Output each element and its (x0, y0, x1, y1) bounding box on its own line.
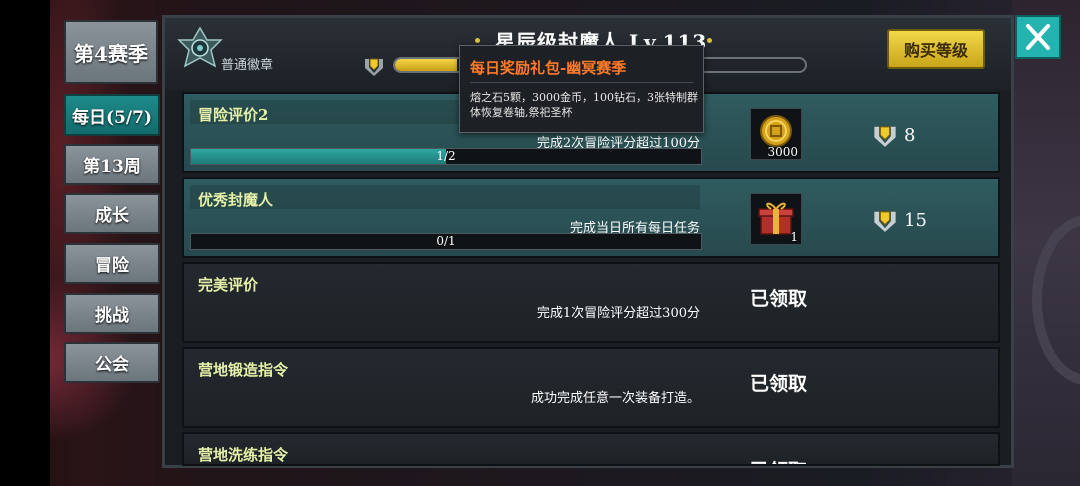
left-black-bar (0, 0, 50, 486)
rank-badge-icon (874, 126, 896, 147)
tooltip-body: 熔之石5颗，3000金币，100钻石，3张特制群体恢复卷轴,祭祀圣杯 (470, 91, 698, 119)
reward-item[interactable]: 1 (750, 193, 802, 245)
reward-quantity: 3000 (767, 145, 798, 159)
task-progress-bar: 0/1 (190, 233, 702, 250)
background-tower (1012, 0, 1080, 486)
reward-quantity: 1 (790, 230, 798, 244)
task-points-value: 8 (904, 124, 916, 146)
tab-season[interactable]: 第4赛季 (64, 20, 158, 84)
tab-growth[interactable]: 成长 (64, 193, 160, 234)
task-description: 成功完成任意一次装备打造。 (530, 391, 700, 406)
emblem-icon (177, 26, 223, 68)
close-button[interactable] (1015, 15, 1061, 59)
task-description: 完成1次冒险评分超过300分 (536, 306, 700, 321)
title-ornament (475, 38, 480, 43)
game-screen: 第4赛季 每日(5/7) 第13周 成长 冒险 挑战 公会 普通徽章 星辰级封魔… (0, 0, 1080, 486)
claimed-status: 已领取 (750, 288, 808, 310)
emblem-label: 普通徽章 (221, 58, 274, 73)
task-row: 营地锻造指令 成功完成任意一次装备打造。 已领取 (182, 347, 1000, 428)
task-progress-bar: 1/2 (190, 148, 702, 165)
task-title: 营地洗练指令 (198, 446, 289, 464)
claimed-status: 已领取 (750, 373, 808, 395)
tooltip-title: 每日奖励礼包-幽冥赛季 (470, 59, 627, 77)
task-points: 15 (872, 207, 927, 233)
reward-tooltip: 每日奖励礼包-幽冥赛季 熔之石5颗，3000金币，100钻石，3张特制群体恢复卷… (459, 45, 704, 133)
task-title: 营地锻造指令 (198, 361, 289, 379)
tab-week[interactable]: 第13周 (64, 144, 160, 185)
title-ornament (707, 38, 712, 43)
rank-badge-icon (874, 211, 896, 232)
season-xp-fill (395, 59, 457, 71)
task-points: 8 (872, 122, 915, 148)
task-row: 优秀封魔人 完成当日所有每日任务 0/1 1 15 (182, 177, 1000, 258)
reward-item[interactable]: 3000 (750, 108, 802, 160)
tab-challenge[interactable]: 挑战 (64, 293, 160, 334)
task-row: 完美评价 完成1次冒险评分超过300分 已领取 (182, 262, 1000, 343)
task-row: 营地洗练指令 已领取 (182, 432, 1000, 466)
task-progress-text: 1/2 (436, 149, 456, 163)
task-title: 优秀封魔人 (198, 191, 274, 209)
task-title: 冒险评价2 (198, 106, 269, 124)
claimed-status: 已领取 (750, 456, 807, 464)
close-icon (1026, 24, 1050, 50)
task-progress-text: 0/1 (436, 234, 456, 248)
task-points-value: 15 (904, 209, 927, 231)
tab-adventure[interactable]: 冒险 (64, 243, 160, 284)
buy-level-button[interactable]: 购买等级 (887, 29, 985, 69)
tooltip-divider (470, 82, 693, 83)
task-title: 完美评价 (198, 276, 259, 294)
tab-guild[interactable]: 公会 (64, 342, 160, 383)
rank-badge-icon (365, 58, 383, 76)
tab-daily[interactable]: 每日(5/7) (64, 94, 160, 136)
